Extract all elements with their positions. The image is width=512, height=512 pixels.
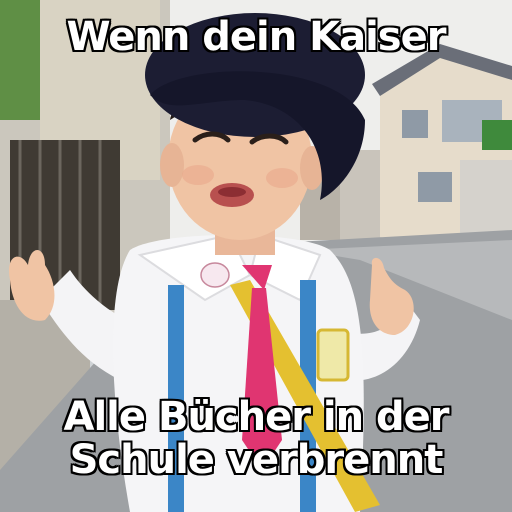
meme-image: Wenn dein Kaiser Alle Bücher in der Schu… <box>0 0 512 512</box>
meme-top-caption: Wenn dein Kaiser <box>66 14 447 60</box>
meme-bottom-line-1: Alle Bücher in der <box>63 394 450 440</box>
meme-bottom-caption: Alle Bücher in der Schule verbrennt <box>0 394 512 484</box>
meme-bottom-line-2: Schule verbrennt <box>69 437 444 484</box>
